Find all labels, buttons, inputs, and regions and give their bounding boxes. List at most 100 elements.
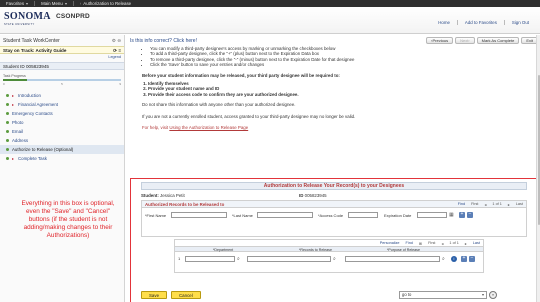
sign-out-link[interactable]: Sign Out: [503, 20, 536, 25]
favorites-menu[interactable]: Favorites: [0, 1, 34, 6]
next-button[interactable]: Next›: [455, 37, 475, 44]
find-link[interactable]: Find: [406, 241, 413, 245]
info-correct-link[interactable]: Is this info correct? Click here!: [130, 38, 197, 44]
sidebar-item-label: Email: [12, 128, 23, 134]
help-line: For help, visit Using the Authorization …: [142, 125, 538, 130]
search-icon[interactable]: ⌕: [442, 256, 445, 262]
enrollment-note: If you are not a currently enrolled stud…: [142, 113, 356, 119]
records-release-grid: Personalize Find ⊞ First ◂ 1 of 1 ▸ Last…: [174, 239, 484, 273]
progress-tick: 0: [3, 81, 5, 86]
last-link[interactable]: Last: [473, 241, 480, 245]
activity-guide-title: Stay on Track: Activity Guide: [3, 48, 67, 53]
sidebar-item-introduction[interactable]: ▸ Introduction: [0, 91, 124, 100]
first-name-label: *First Name: [145, 213, 167, 218]
sidebar-item-financial-agreement[interactable]: ▸ Financial Agreement: [0, 100, 124, 109]
instruction-bullet: Click the 'Save' button to save your ent…: [150, 62, 538, 67]
collapse-icon[interactable]: ⊖: [117, 38, 121, 43]
goto-button[interactable]: »: [489, 291, 497, 299]
add-icon[interactable]: +: [461, 256, 467, 262]
form-buttons: Save Cancel: [141, 291, 201, 299]
add-to-favorites-link[interactable]: Add to Favorites: [456, 20, 504, 25]
sidebar-item-photo[interactable]: Photo: [0, 118, 124, 127]
task-list: ▸ Introduction ▸ Financial Agreement Emerg…: [0, 91, 124, 163]
first-link[interactable]: First: [428, 241, 435, 245]
progress-bar: [3, 79, 121, 81]
id-label: ID: [299, 193, 304, 198]
refresh-icon[interactable]: ⟳: [113, 48, 117, 53]
gear-icon[interactable]: ⚙: [112, 38, 116, 43]
chevron-down-icon: [26, 2, 29, 5]
access-code-label: *Access Code: [318, 213, 344, 218]
breadcrumb[interactable]: › Authorization to Release: [74, 1, 137, 6]
row-count: 1 of 1: [449, 241, 459, 245]
student-label: Student:: [141, 193, 159, 198]
records-field[interactable]: [247, 256, 331, 262]
mark-as-complete-button[interactable]: Mark As Complete: [476, 37, 520, 44]
page-scrollbar[interactable]: [536, 35, 540, 302]
activity-guide-header: Stay on Track: Activity Guide ⟳ ≡: [0, 46, 124, 54]
task-progress: Task Progress 0 5 9: [0, 72, 124, 86]
sidebar-item-address[interactable]: Address: [0, 136, 124, 145]
student-name: Jessica Petit: [160, 193, 185, 198]
annotation-note: Everything in this box is optional, even…: [21, 200, 115, 239]
app-name: CSONPRD: [56, 13, 90, 20]
next-arrow-icon[interactable]: ▸: [465, 241, 467, 246]
search-icon[interactable]: ⌕: [333, 256, 336, 262]
sidebar-item-label: Complete Task: [18, 155, 47, 161]
access-code-field[interactable]: [348, 212, 378, 218]
row-count: 1 of 1: [492, 201, 502, 206]
page-header: SONOMA STATE UNIVERSITY CSONPRD Home Add…: [0, 7, 540, 34]
prev-arrow-icon[interactable]: ◂: [442, 241, 444, 246]
progress-fill: [3, 79, 27, 81]
goto-select[interactable]: go to ▾: [399, 291, 487, 299]
task-progress-label: Task Progress: [3, 74, 26, 78]
next-arrow-icon[interactable]: ▸: [508, 202, 510, 207]
menu-icon[interactable]: ≡: [118, 48, 121, 53]
sidebar-item-authorize-to-release[interactable]: Authorize to Release (Optional): [0, 144, 124, 154]
sidebar-item-label: Authorize to Release (Optional): [12, 146, 74, 152]
designee-steps: Identify themselves Provide your student…: [142, 81, 538, 97]
designee-row: *First Name *Last Name *Access Code Expi…: [142, 208, 526, 222]
info-icon[interactable]: i: [451, 256, 457, 262]
main-menu[interactable]: Main Menu: [35, 1, 73, 6]
home-link[interactable]: Home: [431, 20, 457, 25]
calendar-icon[interactable]: ▦: [449, 212, 454, 218]
sidebar-item-emergency-contacts[interactable]: Emergency Contacts: [0, 109, 124, 118]
previous-button[interactable]: ‹Previous: [426, 37, 454, 44]
student-id: ID 005823945: [299, 193, 327, 198]
expiration-date-field[interactable]: [417, 212, 447, 218]
sidebar-item-label: Emergency Contacts: [12, 110, 53, 116]
chevron-down-icon: ▾: [481, 292, 484, 297]
optional-section-box: Authorization to Release Your Record(s) …: [130, 178, 537, 302]
find-link[interactable]: Find: [458, 202, 465, 207]
purpose-field[interactable]: [345, 256, 440, 262]
remove-icon[interactable]: −: [469, 256, 475, 262]
first-name-field[interactable]: [171, 212, 227, 218]
university-logo: SONOMA STATE UNIVERSITY: [4, 12, 51, 30]
authorized-records-grid: Authorized Records to be Released to Fin…: [141, 200, 527, 237]
last-link[interactable]: Last: [516, 202, 523, 207]
sidebar-actions: ⚙ ⊖: [112, 38, 121, 46]
first-link[interactable]: First: [471, 202, 478, 207]
grid-header: Authorized Records to be Released to Fin…: [142, 201, 526, 208]
save-button[interactable]: Save: [141, 291, 168, 299]
goto-value: go to: [402, 292, 412, 297]
main-content: Is this info correct? Click here! ‹Previ…: [130, 35, 538, 302]
instruction-bullets: You can modify a third-party designee's …: [142, 46, 538, 68]
personalize-link[interactable]: Personalize: [380, 241, 400, 245]
status-dot-icon: [6, 138, 9, 142]
last-name-field[interactable]: [257, 212, 313, 218]
help-link[interactable]: Using the Authorization to Release Page: [169, 125, 248, 130]
legend-link[interactable]: Legend: [0, 54, 124, 60]
grid-title: Authorized Records to be Released to: [145, 201, 225, 207]
grid-view-icon[interactable]: ⊞: [419, 241, 422, 246]
prev-arrow-icon[interactable]: ◂: [485, 202, 487, 207]
add-icon[interactable]: +: [459, 212, 465, 218]
department-field[interactable]: [185, 256, 235, 262]
remove-icon[interactable]: −: [467, 212, 473, 218]
sidebar-item-email[interactable]: Email: [0, 127, 124, 136]
cancel-button[interactable]: Cancel: [171, 291, 201, 299]
logo-tagline: STATE UNIVERSITY: [4, 23, 35, 26]
search-icon[interactable]: ⌕: [237, 256, 240, 262]
sidebar-item-complete-task[interactable]: ▸ Complete Task: [0, 154, 124, 163]
